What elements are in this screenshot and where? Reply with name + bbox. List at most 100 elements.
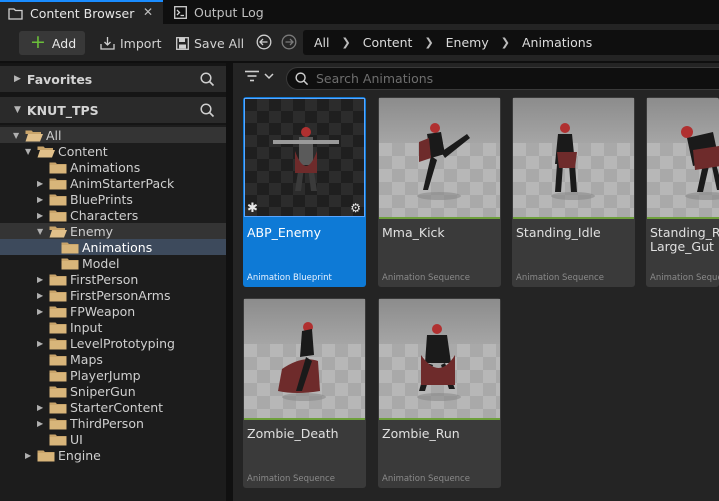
back-arrow-icon[interactable]: [256, 34, 272, 50]
breadcrumb-content[interactable]: Content: [363, 35, 413, 50]
content-browser-icon: [8, 7, 23, 20]
asset-tile[interactable]: Standing_Idle Animation Sequence: [512, 97, 635, 287]
folder-icon: [49, 417, 67, 430]
search-box: [286, 67, 719, 90]
tree-item-label: PlayerJump: [70, 367, 141, 383]
asset-type: Animation Sequence: [516, 273, 604, 283]
expand-arrow-icon[interactable]: ▶: [37, 179, 46, 188]
tree-item[interactable]: PlayerJump: [0, 367, 226, 383]
tree-item[interactable]: Maps: [0, 351, 226, 367]
asset-tile[interactable]: Zombie_Death Animation Sequence: [243, 298, 366, 488]
folder-icon: [49, 401, 67, 414]
tree-item[interactable]: ▼ Enemy: [0, 223, 226, 239]
chevron-right-icon[interactable]: ❯: [342, 36, 351, 49]
asset-tile[interactable]: Zombie_Run Animation Sequence: [378, 298, 501, 488]
tree-item-label: All: [46, 127, 62, 143]
import-button[interactable]: Import: [100, 31, 162, 55]
tree-item-label: Animations: [70, 159, 141, 175]
chevron-right-icon[interactable]: ❯: [501, 36, 510, 49]
expand-arrow-icon[interactable]: ▶: [37, 211, 46, 220]
asset-name: Zombie_Death: [247, 426, 339, 441]
folder-open-icon: [25, 129, 43, 142]
expand-arrow-icon[interactable]: ▶: [37, 419, 46, 428]
expand-arrow-icon[interactable]: ▶: [37, 307, 46, 316]
search-input[interactable]: [316, 71, 696, 86]
tree-item[interactable]: ▼ Content: [0, 143, 226, 159]
expand-arrow-icon[interactable]: ▶: [37, 339, 46, 348]
tree-item[interactable]: ▶ Characters: [0, 207, 226, 223]
folder-icon: [49, 289, 67, 302]
tree-item-label: FirstPersonArms: [70, 287, 171, 303]
collapse-arrow-icon[interactable]: ▼: [14, 105, 21, 115]
tree-item[interactable]: Model: [0, 255, 226, 271]
tree-item[interactable]: ▶ FirstPersonArms: [0, 287, 226, 303]
add-label: Add: [51, 35, 77, 51]
tree-item-label: LevelPrototyping: [70, 335, 175, 351]
add-button[interactable]: + Add: [19, 31, 85, 55]
folder-open-icon: [37, 145, 55, 158]
expand-arrow-icon[interactable]: ▶: [14, 74, 21, 84]
tree-item[interactable]: ▶ AnimStarterPack: [0, 175, 226, 191]
filter-button[interactable]: [245, 70, 275, 82]
tree-item-label: Enemy: [70, 223, 114, 239]
tab-content-browser[interactable]: Content Browser ✕: [0, 0, 163, 24]
search-icon[interactable]: [200, 103, 215, 118]
chevron-right-icon[interactable]: ❯: [424, 36, 433, 49]
save-all-button[interactable]: Save All: [176, 31, 244, 55]
favorites-header[interactable]: ▶ Favorites: [0, 66, 226, 92]
folder-open-icon: [49, 225, 67, 238]
search-icon[interactable]: [200, 72, 215, 87]
tree-item[interactable]: ▶ FPWeapon: [0, 303, 226, 319]
collapse-arrow-icon[interactable]: ▼: [37, 227, 46, 236]
tree-item[interactable]: ▶ BluePrints: [0, 191, 226, 207]
sources-panel: ▶ Favorites ▼ KNUT_TPS ▼ All ▼ Content Anima…: [0, 63, 233, 501]
tree-item[interactable]: ▶ StarterContent: [0, 399, 226, 415]
project-header[interactable]: ▼ KNUT_TPS: [0, 97, 226, 123]
tree-item[interactable]: SniperGun: [0, 383, 226, 399]
tree-item[interactable]: Animations: [0, 239, 226, 255]
animation-blueprint-icon: ⚙: [350, 201, 361, 215]
breadcrumb-all[interactable]: All: [314, 35, 330, 50]
tree-item[interactable]: UI: [0, 431, 226, 447]
forward-arrow-icon[interactable]: [281, 34, 297, 50]
tab-output-log[interactable]: Output Log: [166, 0, 296, 24]
folder-icon: [49, 385, 67, 398]
asset-tile[interactable]: Standing_Re Large_Gut Animation Sequence: [646, 97, 719, 287]
tree-item-label: Animations: [82, 239, 153, 255]
tree-item[interactable]: ▶ ThirdPerson: [0, 415, 226, 431]
asset-type: Animation Sequence: [650, 273, 719, 283]
tree-item[interactable]: Input: [0, 319, 226, 335]
folder-tree: ▼ All ▼ Content Animations ▶ AnimStarterPack ▶ B…: [0, 125, 226, 501]
expand-arrow-icon[interactable]: ▶: [37, 403, 46, 412]
save-icon: [176, 36, 189, 50]
output-log-icon: [174, 5, 187, 19]
collapse-arrow-icon[interactable]: ▼: [25, 147, 34, 156]
tree-item[interactable]: Animations: [0, 159, 226, 175]
tree-item[interactable]: ▶ FirstPerson: [0, 271, 226, 287]
tab-label: Content Browser: [30, 5, 135, 21]
project-label: KNUT_TPS: [26, 102, 99, 118]
asset-thumbnail: [513, 98, 634, 217]
asset-tile[interactable]: Mma_Kick Animation Sequence: [378, 97, 501, 287]
tree-item-label: SniperGun: [70, 383, 136, 399]
breadcrumb-enemy[interactable]: Enemy: [446, 35, 489, 50]
expand-arrow-icon[interactable]: ▶: [37, 275, 46, 284]
tree-item[interactable]: ▶ LevelPrototyping: [0, 335, 226, 351]
folder-icon: [49, 321, 67, 334]
tree-item[interactable]: ▶ Engine: [0, 447, 226, 463]
collapse-arrow-icon[interactable]: ▼: [13, 131, 22, 140]
expand-arrow-icon[interactable]: ▶: [37, 291, 46, 300]
scrollbar[interactable]: [226, 63, 233, 501]
tree-item-label: UI: [70, 431, 83, 447]
asset-tile[interactable]: ✱ ⚙ ABP_Enemy Animation Blueprint: [243, 97, 366, 287]
breadcrumb-animations[interactable]: Animations: [522, 35, 592, 50]
folder-icon: [61, 257, 79, 270]
expand-arrow-icon[interactable]: ▶: [25, 451, 34, 460]
folder-icon: [49, 353, 67, 366]
close-icon[interactable]: ✕: [143, 5, 153, 19]
tree-item[interactable]: ▼ All: [0, 127, 226, 143]
asset-type-bar: [379, 217, 500, 219]
expand-arrow-icon[interactable]: ▶: [37, 195, 46, 204]
tree-item-label: Characters: [70, 207, 139, 223]
tree-item-label: Input: [70, 319, 103, 335]
